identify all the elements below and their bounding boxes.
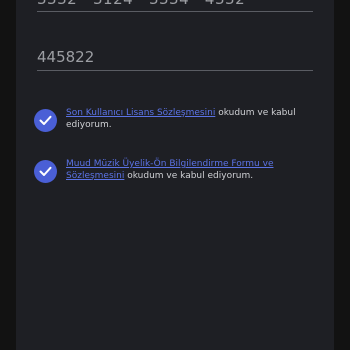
membership-consent-text: Muud Müzik Üyelik-Ön Bilgilendirme Formu… [66,159,316,182]
verification-code-value: 445822 [37,48,95,66]
check-icon [39,166,52,176]
membership-consent-suffix: okudum ve kabul ediyorum. [124,170,254,181]
card-number-value: 3332 · 3124 · 3334 · 4332 [37,0,245,8]
license-consent-text: Son Kullanıcı Lisans Sözleşmesini okudum… [66,108,316,131]
license-agreement-link[interactable]: Son Kullanıcı Lisans Sözleşmesini [66,108,215,118]
membership-consent-checkbox[interactable] [34,160,57,183]
card-number-field[interactable]: 3332 · 3124 · 3334 · 4332 [37,0,313,12]
check-icon [39,115,52,125]
license-consent-checkbox[interactable] [34,109,57,132]
verification-code-field[interactable]: 445822 [37,46,313,71]
